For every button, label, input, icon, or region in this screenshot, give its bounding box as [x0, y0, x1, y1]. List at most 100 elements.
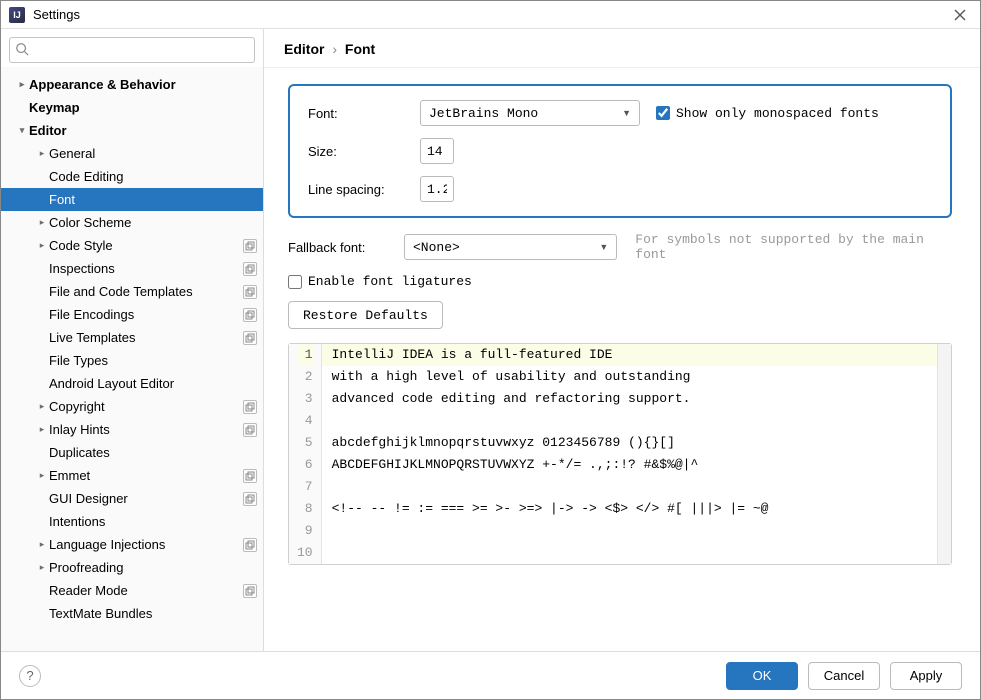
show-monospaced-label: Show only monospaced fonts: [676, 106, 879, 121]
tree-item[interactable]: Font: [1, 188, 263, 211]
ligatures-checkbox[interactable]: Enable font ligatures: [288, 274, 472, 289]
scope-badge-icon: [243, 285, 257, 299]
chevron-right-icon: ▸: [35, 424, 49, 435]
chevron-down-icon: ▼: [622, 108, 631, 118]
tree-item[interactable]: ▸Appearance & Behavior: [1, 73, 263, 96]
tree-item-label: File Types: [49, 353, 257, 368]
scope-badge-icon: [243, 400, 257, 414]
chevron-right-icon: ▸: [15, 79, 29, 90]
tree-item[interactable]: ▸Proofreading: [1, 556, 263, 579]
tree-item[interactable]: ▸Code Style: [1, 234, 263, 257]
close-icon: [954, 9, 966, 21]
cancel-button[interactable]: Cancel: [808, 662, 880, 690]
tree-item[interactable]: Code Editing: [1, 165, 263, 188]
scope-badge-icon: [243, 423, 257, 437]
font-dropdown[interactable]: JetBrains Mono ▼: [420, 100, 640, 126]
tree-item-label: Inspections: [49, 261, 243, 276]
show-monospaced-input[interactable]: [656, 106, 670, 120]
tree-item-label: Duplicates: [49, 445, 257, 460]
tree-item-label: Keymap: [29, 100, 257, 115]
tree-item[interactable]: Intentions: [1, 510, 263, 533]
preview-code[interactable]: IntelliJ IDEA is a full-featured IDEwith…: [322, 344, 937, 564]
tree-item-label: General: [49, 146, 257, 161]
tree-item-label: Language Injections: [49, 537, 243, 552]
code-line: ABCDEFGHIJKLMNOPQRSTUVWXYZ +-*/= .,;:!? …: [322, 454, 937, 476]
tree-item-label: Color Scheme: [49, 215, 257, 230]
line-number: 1: [297, 344, 313, 366]
breadcrumb-sep: ›: [332, 41, 337, 57]
preview-marker-strip: [937, 344, 951, 564]
tree-item-label: Font: [49, 192, 257, 207]
titlebar: IJ Settings: [1, 1, 980, 29]
tree-item[interactable]: File Types: [1, 349, 263, 372]
tree-item-label: Android Layout Editor: [49, 376, 257, 391]
tree-item-label: Editor: [29, 123, 257, 138]
restore-defaults-button[interactable]: Restore Defaults: [288, 301, 443, 329]
tree-item[interactable]: TextMate Bundles: [1, 602, 263, 625]
ligatures-label: Enable font ligatures: [308, 274, 472, 289]
tree-item-label: Inlay Hints: [49, 422, 243, 437]
line-number: 10: [297, 542, 313, 564]
tree-item[interactable]: Duplicates: [1, 441, 263, 464]
line-number: 2: [297, 366, 313, 388]
chevron-right-icon: ▸: [35, 240, 49, 251]
spacing-input[interactable]: [420, 176, 454, 202]
apply-button[interactable]: Apply: [890, 662, 962, 690]
tree-item-label: Proofreading: [49, 560, 257, 575]
tree-item[interactable]: Android Layout Editor: [1, 372, 263, 395]
search-input[interactable]: [9, 37, 255, 63]
size-input[interactable]: [420, 138, 454, 164]
chevron-right-icon: ▸: [35, 562, 49, 573]
tree-item[interactable]: ▸Copyright: [1, 395, 263, 418]
code-line: [322, 542, 937, 564]
tree-item[interactable]: Reader Mode: [1, 579, 263, 602]
show-monospaced-checkbox[interactable]: Show only monospaced fonts: [656, 106, 879, 121]
scope-badge-icon: [243, 239, 257, 253]
fallback-dropdown[interactable]: <None> ▼: [404, 234, 617, 260]
line-number: 8: [297, 498, 313, 520]
line-number: 9: [297, 520, 313, 542]
tree-item[interactable]: File and Code Templates: [1, 280, 263, 303]
settings-tree[interactable]: ▸Appearance & BehaviorKeymap▾Editor▸Gene…: [1, 67, 263, 651]
chevron-down-icon: ▼: [599, 242, 608, 252]
breadcrumb-root[interactable]: Editor: [284, 41, 324, 57]
ligatures-input[interactable]: [288, 275, 302, 289]
tree-item-label: File and Code Templates: [49, 284, 243, 299]
window-title: Settings: [33, 7, 948, 22]
breadcrumb: Editor › Font: [264, 29, 980, 68]
line-number: 6: [297, 454, 313, 476]
size-label: Size:: [308, 144, 420, 159]
code-line: [322, 410, 937, 432]
tree-item[interactable]: Keymap: [1, 96, 263, 119]
help-button[interactable]: ?: [19, 665, 41, 687]
scope-badge-icon: [243, 308, 257, 322]
tree-item[interactable]: Live Templates: [1, 326, 263, 349]
tree-item[interactable]: GUI Designer: [1, 487, 263, 510]
tree-item[interactable]: File Encodings: [1, 303, 263, 326]
chevron-right-icon: ▸: [35, 401, 49, 412]
line-number: 3: [297, 388, 313, 410]
tree-item[interactable]: ▾Editor: [1, 119, 263, 142]
tree-item[interactable]: ▸General: [1, 142, 263, 165]
tree-item-label: Reader Mode: [49, 583, 243, 598]
fallback-hint: For symbols not supported by the main fo…: [635, 232, 952, 262]
tree-item[interactable]: Inspections: [1, 257, 263, 280]
tree-item-label: Code Style: [49, 238, 243, 253]
tree-item[interactable]: ▸Emmet: [1, 464, 263, 487]
line-number: 4: [297, 410, 313, 432]
close-button[interactable]: [948, 3, 972, 27]
ok-button[interactable]: OK: [726, 662, 798, 690]
code-line: advanced code editing and refactoring su…: [322, 388, 937, 410]
tree-item-label: Live Templates: [49, 330, 243, 345]
line-number: 5: [297, 432, 313, 454]
code-line: [322, 520, 937, 542]
tree-item[interactable]: ▸Language Injections: [1, 533, 263, 556]
chevron-down-icon: ▾: [15, 125, 29, 136]
tree-item-label: Copyright: [49, 399, 243, 414]
tree-item-label: TextMate Bundles: [49, 606, 257, 621]
chevron-right-icon: ▸: [35, 148, 49, 159]
tree-item[interactable]: ▸Color Scheme: [1, 211, 263, 234]
tree-item[interactable]: ▸Inlay Hints: [1, 418, 263, 441]
fallback-value: <None>: [413, 240, 460, 255]
code-line: IntelliJ IDEA is a full-featured IDE: [322, 344, 937, 366]
